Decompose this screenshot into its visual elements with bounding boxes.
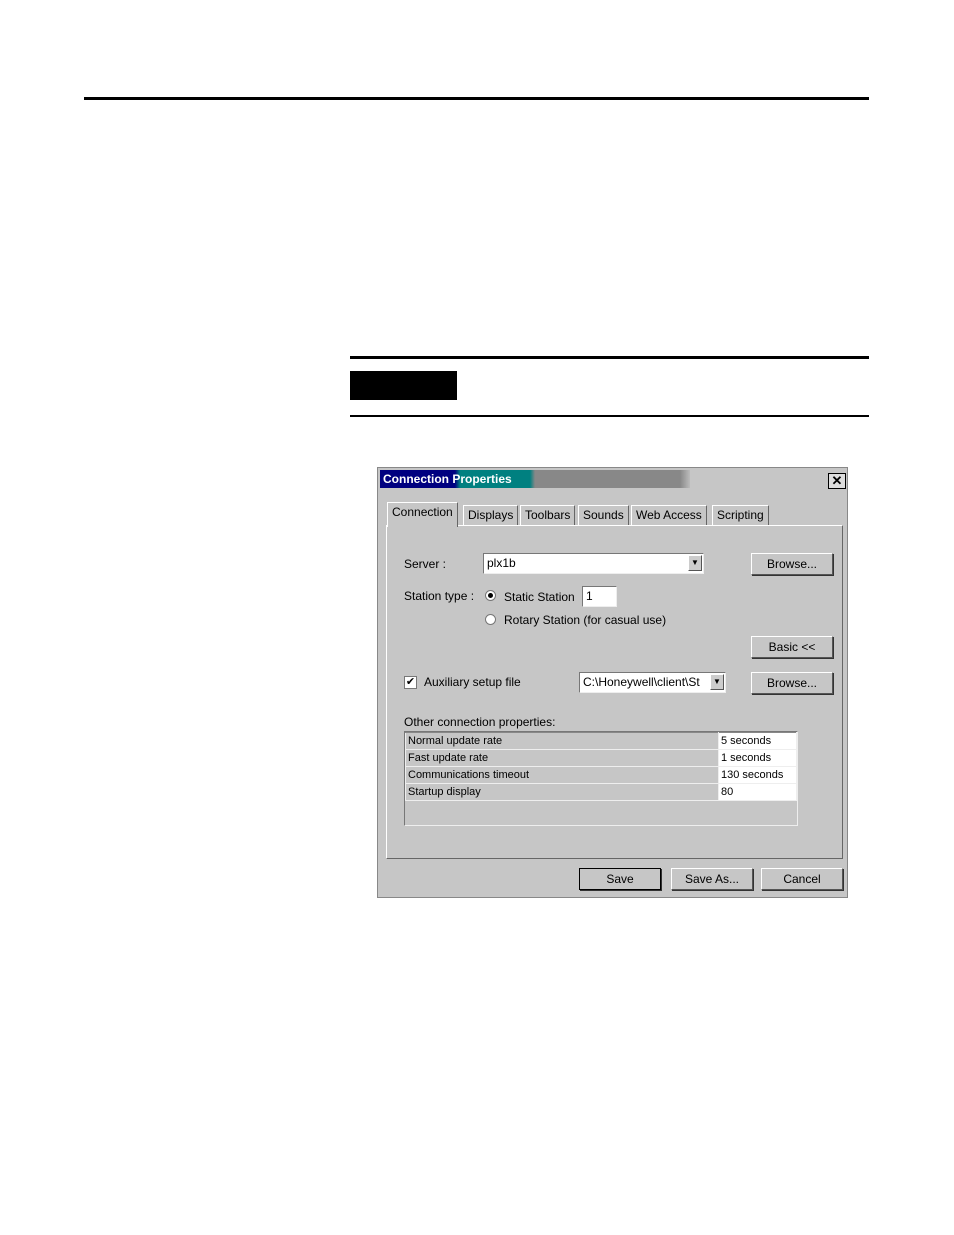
- server-value: plx1b: [487, 556, 516, 570]
- aux-file-value: C:\Honeywell\client\St: [583, 675, 700, 689]
- property-value[interactable]: 5 seconds: [718, 732, 797, 750]
- tab-scripting[interactable]: Scripting: [712, 505, 769, 526]
- section-rule-bottom: [350, 415, 869, 417]
- tab-web-access[interactable]: Web Access: [631, 505, 707, 526]
- cancel-button[interactable]: Cancel: [761, 868, 843, 890]
- properties-grid: Normal update rate 5 seconds Fast update r…: [404, 731, 798, 826]
- aux-label: Auxiliary setup file: [424, 675, 521, 689]
- property-name: Normal update rate: [405, 732, 719, 750]
- chevron-down-icon[interactable]: ▼: [688, 555, 702, 571]
- tab-connection[interactable]: Connection: [387, 502, 458, 527]
- close-icon[interactable]: ✕: [828, 473, 846, 489]
- server-label: Server :: [404, 557, 447, 571]
- black-label-box: [350, 371, 457, 400]
- property-name: Fast update rate: [405, 749, 719, 767]
- property-value[interactable]: 1 seconds: [718, 749, 797, 767]
- rotary-station-radio[interactable]: [485, 614, 496, 625]
- basic-button[interactable]: Basic <<: [751, 636, 833, 658]
- property-value[interactable]: 80: [718, 783, 797, 801]
- station-type-label: Station type :: [404, 589, 475, 603]
- save-button[interactable]: Save: [579, 868, 661, 890]
- tab-sounds[interactable]: Sounds: [578, 505, 629, 526]
- property-name: Communications timeout: [405, 766, 719, 784]
- property-name: Startup display: [405, 783, 719, 801]
- tab-toolbars[interactable]: Toolbars: [520, 505, 576, 526]
- static-station-radio[interactable]: [485, 590, 496, 601]
- connection-properties-dialog: Connection Properties ✕ Connection Displ…: [377, 467, 848, 898]
- aux-file-select[interactable]: C:\Honeywell\client\St ▼: [579, 672, 726, 693]
- other-properties-label: Other connection properties:: [404, 715, 556, 729]
- browse-aux-button[interactable]: Browse...: [751, 672, 833, 694]
- top-rule: [84, 97, 869, 100]
- chevron-down-icon[interactable]: ▼: [710, 674, 724, 690]
- static-station-input[interactable]: 1: [582, 586, 617, 607]
- property-row[interactable]: Fast update rate 1 seconds: [405, 749, 797, 767]
- browse-server-button[interactable]: Browse...: [751, 553, 833, 575]
- property-row[interactable]: Normal update rate 5 seconds: [405, 732, 797, 750]
- server-select[interactable]: plx1b ▼: [483, 553, 704, 574]
- rotary-station-label: Rotary Station (for casual use): [504, 613, 667, 627]
- save-as-button[interactable]: Save As...: [671, 868, 753, 890]
- aux-checkbox[interactable]: ✔: [404, 676, 417, 689]
- property-row[interactable]: Communications timeout 130 seconds: [405, 766, 797, 784]
- static-station-label: Static Station: [504, 590, 575, 604]
- property-row[interactable]: Startup display 80: [405, 783, 797, 801]
- tab-displays[interactable]: Displays: [463, 505, 519, 526]
- dialog-title: Connection Properties: [380, 470, 690, 488]
- property-value[interactable]: 130 seconds: [718, 766, 797, 784]
- section-rule-top: [350, 356, 869, 359]
